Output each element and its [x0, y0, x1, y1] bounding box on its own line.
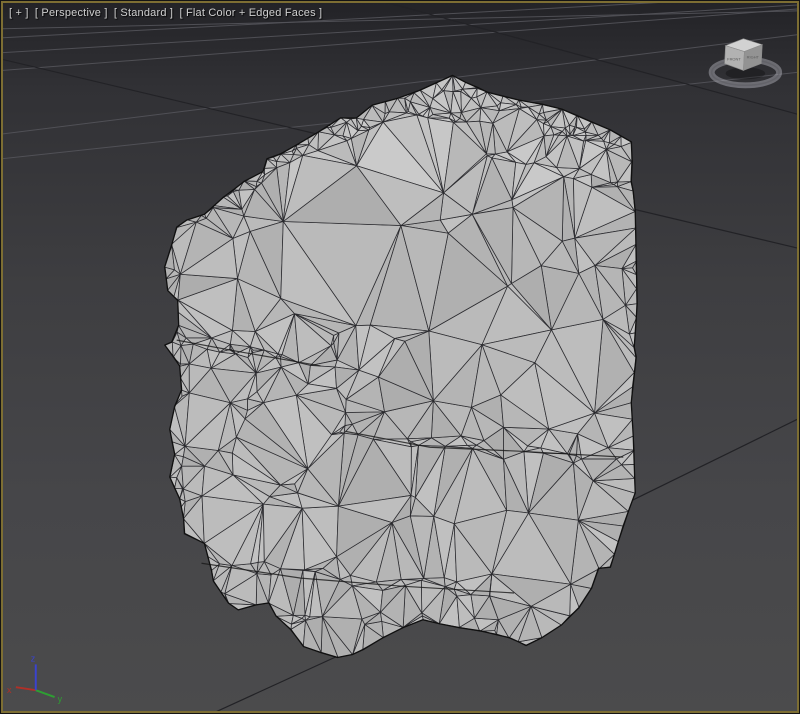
viewcube-part[interactable]: FRONT: [727, 57, 741, 62]
viewport-general-menu[interactable]: [ + ]: [9, 7, 29, 19]
svg-text:x: x: [7, 685, 12, 695]
world-axis-tripod: x y z: [7, 653, 63, 704]
svg-text:z: z: [31, 653, 36, 663]
viewcube-part[interactable]: RIGHT: [747, 55, 760, 60]
viewport-canvas[interactable]: FRONT RIGHT x y z: [3, 3, 797, 711]
viewcube[interactable]: FRONT RIGHT: [712, 39, 779, 86]
rock-mesh-object[interactable]: [164, 75, 637, 657]
viewport-label: [ + ] [ Perspective ] [ Standard ] [ Fla…: [9, 7, 325, 20]
axis-y-icon: [36, 690, 55, 697]
viewport-standard-menu[interactable]: [ Standard ]: [114, 7, 173, 19]
grid-line: [213, 652, 345, 711]
viewport-pov-menu[interactable]: [ Perspective ]: [35, 7, 108, 19]
viewport[interactable]: FRONT RIGHT x y z [ + ] [ Perspective ] [ S…: [1, 1, 799, 713]
svg-text:y: y: [58, 694, 63, 704]
grid-line: [631, 419, 797, 500]
axis-x-icon: [16, 687, 36, 690]
viewport-shading-menu[interactable]: [ Flat Color + Edged Faces ]: [179, 7, 322, 19]
application-frame: FRONT RIGHT x y z [ + ] [ Perspective ] [ S…: [0, 0, 800, 714]
